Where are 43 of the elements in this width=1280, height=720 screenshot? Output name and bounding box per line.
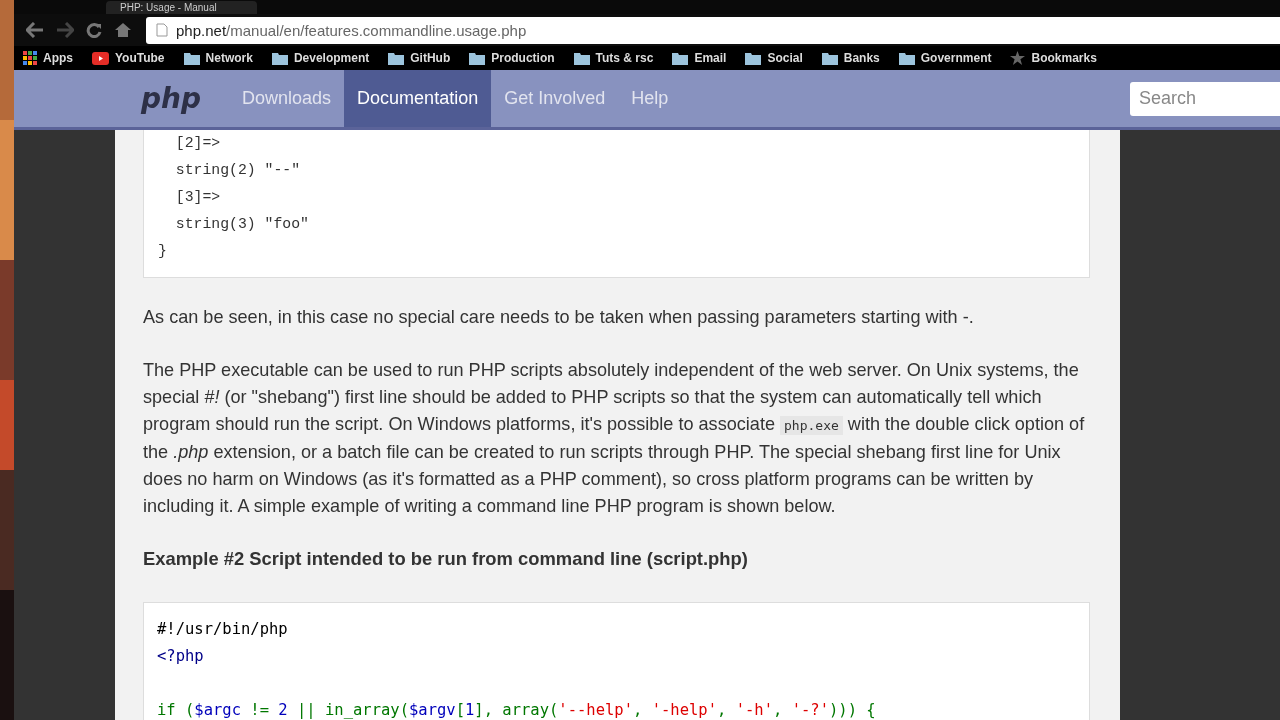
example-title: Example #2 Script intended to be run from command line (script.php) xyxy=(143,548,749,570)
php-logo[interactable]: php xyxy=(141,82,202,115)
address-bar[interactable]: php.net/manual/en/features.commandline.usage.php xyxy=(146,16,1280,44)
folder-icon xyxy=(183,51,200,65)
bookmark-item[interactable]: Production xyxy=(469,51,555,65)
bookmark-item[interactable]: Network xyxy=(183,51,253,65)
folder-icon xyxy=(573,51,590,65)
bookmark-item[interactable]: Banks xyxy=(821,51,880,65)
search-field[interactable]: Search xyxy=(1130,81,1280,116)
star-icon xyxy=(1010,51,1026,65)
browser-tab[interactable]: PHP: Usage - Manual xyxy=(106,1,257,14)
play-icon xyxy=(92,51,109,65)
folder-icon xyxy=(469,51,486,65)
bookmark-item[interactable]: Bookmarks xyxy=(1010,51,1097,65)
folder-icon xyxy=(898,51,915,65)
folder-icon xyxy=(745,51,762,65)
folder-icon xyxy=(271,51,288,65)
nav-link[interactable]: Documentation xyxy=(344,70,492,127)
apps-grid-icon xyxy=(23,51,37,65)
paragraph: As can be seen, in this case no special care needs to be taken when passing parameters starting with -. xyxy=(143,306,975,329)
paragraph: The PHP executable can be used to run PHP scripts absolutely independent of the web server. On Unix systems, the special #! (or "shebang") first line should be added to PHP scripts so that the system can automatically tell which program should run the script. On Windows platforms, it's possible to associate php.exe with the double click option of the .php extension, or a batch file can be created to run scripts through PHP. The special shebang first line for Unix does no harm on Windows (as it's formatted as a PHP comment), so cross platform programs can be written by including it. A simple example of writing a command line PHP program is shown below. xyxy=(143,359,1086,518)
code-line: [2]=> xyxy=(174,134,222,153)
bookmark-item[interactable]: YouTube xyxy=(92,51,165,65)
code-line: <?php xyxy=(157,646,205,667)
bookmark-item[interactable]: Government xyxy=(898,51,992,65)
home-icon[interactable] xyxy=(114,22,132,38)
bookmark-item[interactable]: Development xyxy=(271,51,370,65)
bookmark-item[interactable]: Tuts & rsc xyxy=(573,51,654,65)
code-line: string(3) "foo" xyxy=(174,215,310,234)
code-line: [3]=> xyxy=(174,188,222,207)
reload-icon[interactable] xyxy=(86,22,102,38)
code-line: if ($argc != 2 || in_array($argv[1], array('--help', '-help', '-h', '-?'))) { xyxy=(157,700,877,720)
bookmark-item[interactable]: Email xyxy=(672,51,727,65)
code-line: } xyxy=(158,242,168,261)
code-line: #!/usr/bin/php xyxy=(157,619,289,640)
folder-icon xyxy=(388,51,405,65)
bookmark-item[interactable]: Social xyxy=(745,51,803,65)
bookmark-item[interactable]: GitHub xyxy=(388,51,451,65)
back-icon[interactable] xyxy=(26,22,44,38)
folder-icon xyxy=(672,51,689,65)
bookmark-item[interactable]: Apps xyxy=(23,51,73,65)
code-line: string(2) "--" xyxy=(174,161,302,180)
folder-icon xyxy=(821,51,838,65)
